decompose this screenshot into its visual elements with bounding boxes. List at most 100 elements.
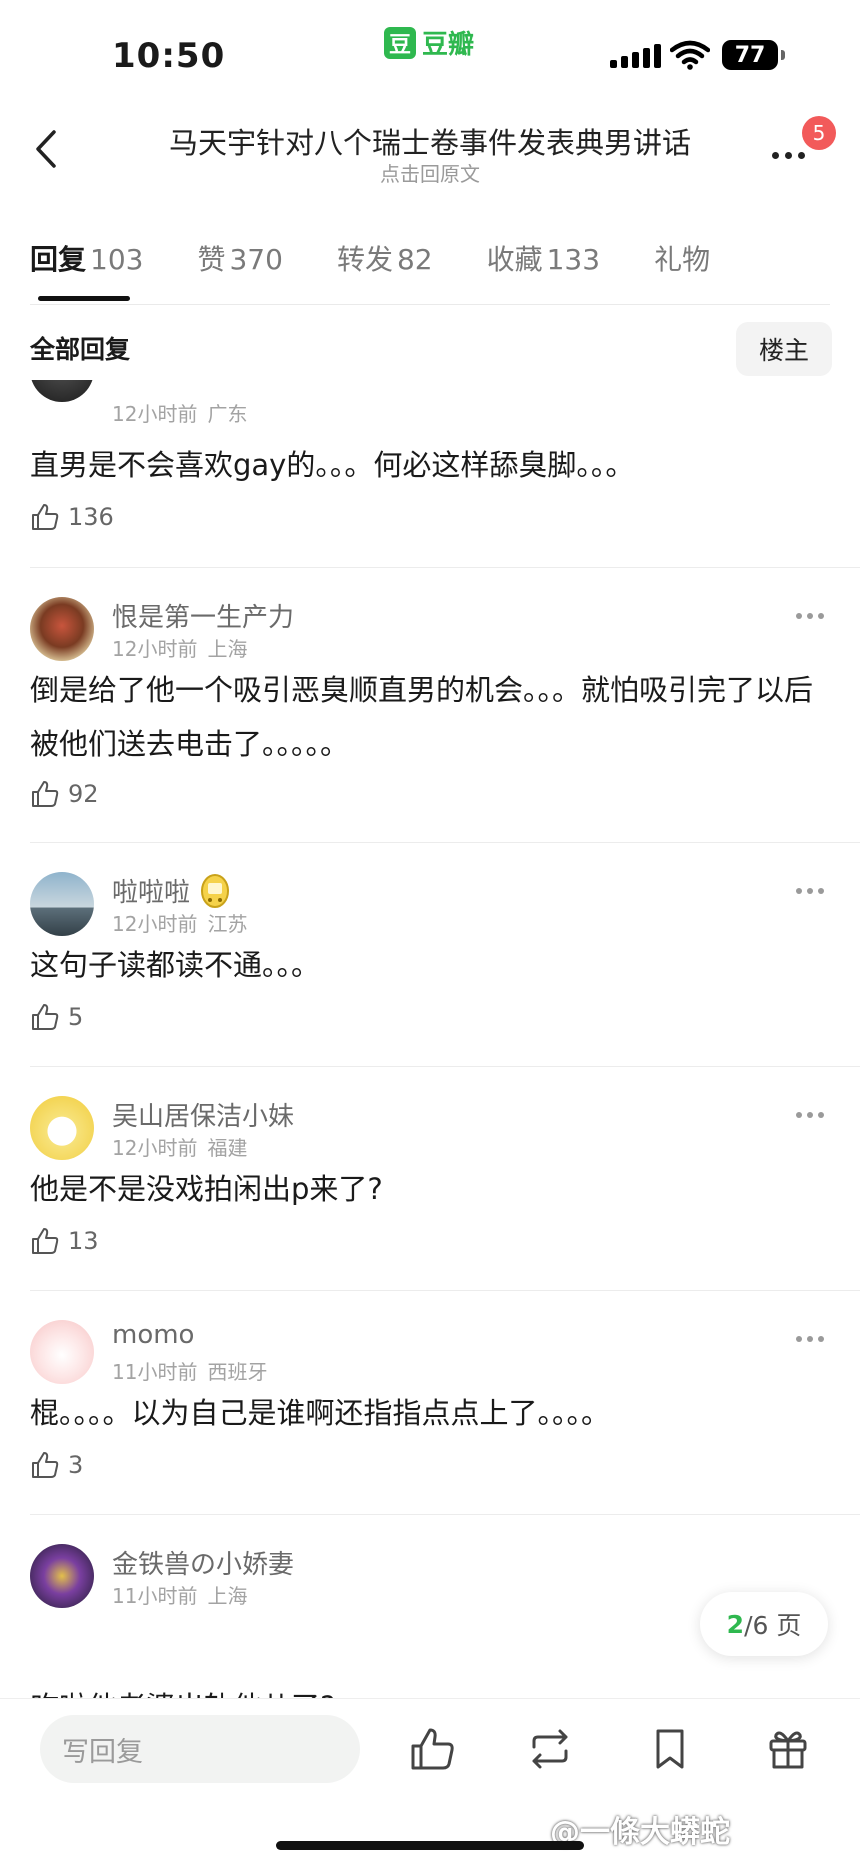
tab-label: 收藏 [486,243,543,276]
more-dot-icon [807,888,813,894]
battery-indicator: 77 [722,40,785,70]
back-to-original-link[interactable]: 点击回原文 [130,158,730,187]
comment-text: 倒是给了他一个吸引恶臭顺直男的机会。。。就怕吸引完了以后被他们送去电击了。。。。… [30,673,814,761]
tab-label: 礼物 [654,243,711,276]
comment-text: 直男是不会喜欢gay的。。。何必这样舔臭脚。。。 [30,448,635,482]
like-button[interactable]: 136 [30,502,114,532]
gift-icon [769,1731,807,1769]
like-button[interactable] [408,1725,456,1773]
page-indicator[interactable]: 2/6 页 [700,1592,828,1656]
like-button[interactable]: 5 [30,1002,83,1032]
like-button[interactable]: 3 [30,1450,83,1480]
tab-label: 转发 [336,243,393,276]
more-dot-icon [796,613,802,619]
avatar[interactable] [30,1096,94,1160]
pet-badge-icon [201,873,230,908]
tab-count: 103 [90,243,144,276]
wifi-icon [670,40,710,70]
comment-meta: 12小时前 福建 [112,1132,247,1161]
avatar[interactable] [30,1544,94,1608]
tab-likes[interactable]: 赞 370 [197,238,282,278]
avatar[interactable] [30,380,94,402]
divider [30,304,830,305]
cellular-signal-icon [610,44,661,68]
current-page: 2 [726,1609,745,1639]
tab-gifts[interactable]: 礼物 [654,238,710,278]
comment-author[interactable]: 恨是第一生产力 [112,597,294,634]
comment-location: 福建 [207,1136,248,1160]
comment-author[interactable]: momo [112,1320,194,1350]
author-name: 恨是第一生产力 [112,603,295,633]
more-dot-icon [818,888,824,894]
op-only-button[interactable]: 楼主 [736,322,832,376]
comment-more-button[interactable] [796,1112,824,1118]
comment-more-button[interactable] [796,613,824,619]
repost-button[interactable] [526,1725,574,1773]
comment-more-button[interactable] [796,1336,824,1342]
comment-text: 他是不是没戏拍闲出p来了? [30,1172,383,1206]
comment-meta: 12小时前 广东 [112,398,247,427]
tab-count: 82 [396,243,433,276]
divider [30,842,860,843]
like-button[interactable]: 13 [30,1226,99,1256]
status-time: 10:50 [112,36,226,76]
thumbs-up-icon [32,781,59,807]
more-dot-icon [796,1336,802,1342]
thumbs-up-icon [32,1004,59,1030]
gift-button[interactable] [764,1725,812,1773]
like-count: 136 [68,503,114,531]
comment-meta: 12小时前 上海 [112,633,247,662]
more-dot-icon [807,1336,813,1342]
more-dot-icon [818,1336,824,1342]
all-replies-label: 全部回复 [30,335,131,364]
comment-author[interactable]: 金铁兽の小娇妻 [112,1544,294,1581]
more-dot-icon [798,151,805,159]
comment-location: 上海 [207,637,248,661]
comment-more-button[interactable] [796,888,824,894]
comment-text: 咋啦他老婆出轨他儿了? [30,1680,830,1698]
tab-reposts[interactable]: 转发 82 [337,238,433,278]
thumbs-up-icon [32,1228,59,1254]
like-count: 92 [68,780,99,808]
avatar[interactable] [30,872,94,936]
app-brand: 豆 豆瓣 [384,24,474,61]
more-dot-icon [796,1112,802,1118]
comment-time: 12小时前 [112,1136,198,1160]
tab-label: 回复 [30,243,87,276]
comment-location: 广东 [207,402,248,426]
topic-header: 马天宇针对八个瑞士卷事件发表典男讲话 点击回原文 [0,100,860,200]
comment-time: 12小时前 [112,637,198,661]
avatar[interactable] [30,597,94,661]
comment-location: 江苏 [207,912,248,936]
home-indicator [276,1841,584,1850]
like-button[interactable]: 92 [30,779,99,809]
comment-author[interactable]: 吴山居保洁小妹 [112,1096,294,1133]
comment-time: 11小时前 [112,1584,198,1608]
tab-count: 370 [229,243,283,276]
total-pages: /6 页 [744,1611,802,1640]
author-name: 吴山居保洁小妹 [112,1102,295,1132]
more-dot-icon [785,151,792,159]
more-dot-icon [818,1112,824,1118]
comment-time: 11小时前 [112,1360,198,1384]
back-button[interactable] [26,126,66,172]
reply-input[interactable]: 写回复 [40,1715,360,1783]
comment-location: 西班牙 [207,1360,268,1384]
comment-time: 12小时前 [112,912,198,936]
more-dot-icon [796,888,802,894]
divider [30,1290,860,1291]
comment-author[interactable]: 啦啦啦 [112,872,230,909]
avatar[interactable] [30,1320,94,1384]
comment-text: 棍。。。。以为自己是谁啊还指指点点上了。。。。 [30,1396,611,1430]
divider [30,1066,860,1067]
comment-list: 12小时前 广东 直男是不会喜欢gay的。。。何必这样舔臭脚。。。 136 恨是第… [0,380,860,1698]
collect-button[interactable] [646,1725,694,1773]
tab-label: 赞 [197,243,226,276]
page-title[interactable]: 马天宇针对八个瑞士卷事件发表典男讲话 [130,120,730,162]
comment-meta: 11小时前 西班牙 [112,1356,267,1385]
like-count: 3 [68,1451,84,1479]
comment-text: 这句子读都读不通。。。 [30,948,321,982]
status-bar: 10:50 豆 豆瓣 77 [0,0,860,100]
tab-collects[interactable]: 收藏 133 [487,238,600,278]
tab-replies[interactable]: 回复 103 [30,238,143,278]
